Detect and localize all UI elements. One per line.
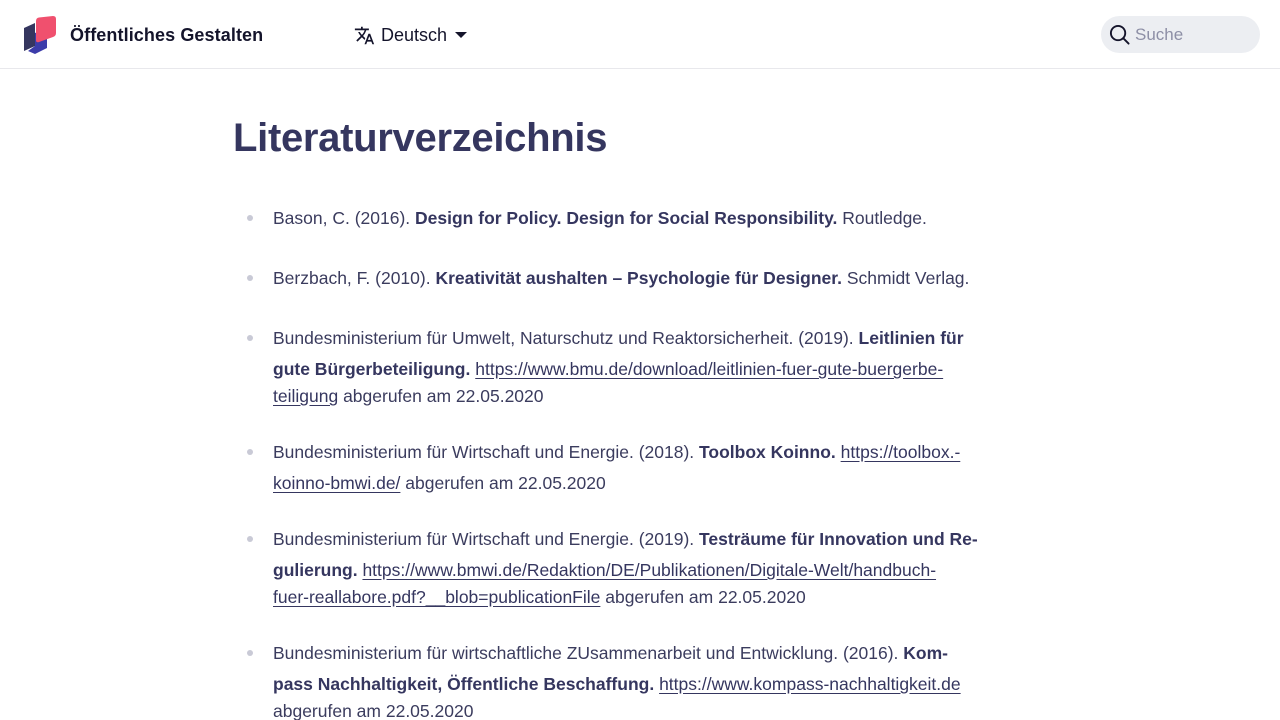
reference-text: abgerufen am 22.05.2020 [400,473,606,493]
reference-line: teiligung abgerufen am 22.05.2020 [273,382,544,410]
reference-text: Bason, C. (2016). [273,208,416,228]
reference-link[interactable]: teiligung [273,386,338,406]
reference-text: Routledge. [837,208,927,228]
top-navigation-bar: Öffentliches Gestalten Deutsch [0,0,1280,69]
reference-text: Berzbach, F. (2010). [273,268,436,288]
reference-line: gute Bürgerbeteiligung. https://www.bmu.… [273,355,943,383]
bullet-icon [247,536,253,542]
reference-text: abgerufen am 22.05.2020 [338,386,544,406]
bullet-icon [247,449,253,455]
reference-link[interactable]: koinno-bmwi.de/ [273,473,400,493]
reference-line: Bason, C. (2016). Design for Policy. Des… [273,204,927,232]
main-content: Literaturverzeichnis Bason, C. (2016). D… [233,110,993,720]
reference-title: Toolbox Koinno. [699,442,836,462]
reference-link[interactable]: https://www.bmu.de/download/leitlinien-f… [475,359,943,379]
logo-icon [24,16,56,54]
bullet-icon [247,275,253,281]
reference-text: Schmidt Verlag. [841,268,970,288]
search-box[interactable] [1101,16,1260,53]
reference-line: Berzbach, F. (2010). Kreativität aushalt… [273,264,969,292]
reference-title: pass Nachhaltigkeit, Öffentliche Beschaf… [273,674,655,694]
language-selector[interactable]: Deutsch [354,22,468,48]
bullet-icon [247,335,253,341]
reference-line: koinno-bmwi.de/ abgerufen am 22.05.2020 [273,469,606,497]
reference-title: gute Bürgerbeteiligung. [273,359,471,379]
reference-title: Design for Policy. Design for Social Res… [415,208,838,228]
site-brand-link[interactable]: Öffentliches Gestalten [23,16,263,54]
page-title: Literaturverzeichnis [233,116,608,160]
search-input[interactable] [1135,24,1245,45]
reference-title: gulierung. [273,560,358,580]
search-icon [1109,24,1130,45]
reference-text: Bundesministerium für Wirtschaft und Ene… [273,529,700,549]
bullet-icon [247,215,253,221]
reference-text: Bundesministerium für Umwelt, Naturschut… [273,328,859,348]
reference-text: abgerufen am 22.05.2020 [600,587,806,607]
translate-icon [354,26,375,44]
reference-link[interactable]: https://www.bmwi.de/Redaktion/DE/Publika… [362,560,936,580]
reference-text: abgerufen am 22.05.2020 [273,701,474,720]
reference-line: Bundesministerium für wirtschaftliche ZU… [273,639,948,667]
reference-text: Bundesministerium für Wirtschaft und Ene… [273,442,700,462]
reference-link[interactable]: https://toolbox.- [841,442,961,462]
reference-line: Bundesministerium für Wirtschaft und Ene… [273,438,960,466]
reference-title: Leitlinien für [858,328,964,348]
reference-text: Bundesministerium für wirtschaftliche ZU… [273,643,904,663]
reference-title: Kom- [903,643,948,663]
language-label: Deutsch [381,24,448,45]
caret-down-icon [455,32,468,38]
site-name: Öffentliches Gestalten [70,24,264,45]
reference-line: Bundesministerium für Wirtschaft und Ene… [273,525,978,553]
reference-link[interactable]: https://www.kompass-nachhaltigkeit.de [659,674,961,694]
reference-line: pass Nachhaltigkeit, Öffentliche Beschaf… [273,670,961,698]
reference-line: gulierung. https://www.bmwi.de/Redaktion… [273,556,936,584]
reference-title: Kreativität aushalten – Psychologie für … [435,268,842,288]
bullet-icon [247,650,253,656]
reference-line: Bundesministerium für Umwelt, Naturschut… [273,324,964,352]
reference-title: Testräume für Innovation und Re- [699,529,978,549]
reference-link[interactable]: fuer-reallabore.pdf?__blob=publicationFi… [273,587,600,607]
reference-line: abgerufen am 22.05.2020 [273,697,473,720]
reference-line: fuer-reallabore.pdf?__blob=publicationFi… [273,583,806,611]
